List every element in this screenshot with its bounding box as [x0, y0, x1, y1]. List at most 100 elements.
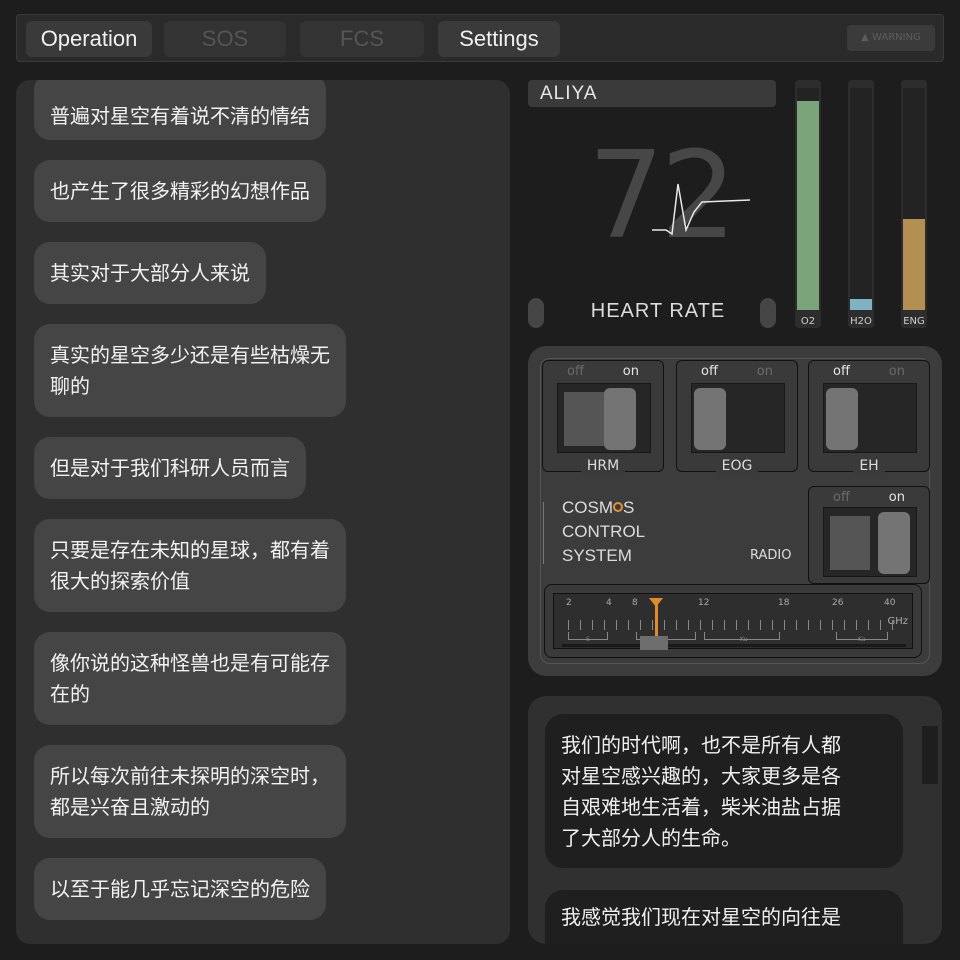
gauge-h2o: H2O	[848, 80, 874, 328]
tick-mark	[604, 620, 605, 630]
tick-mark	[664, 620, 665, 630]
tick-mark	[748, 620, 749, 630]
tick-mark	[712, 620, 713, 630]
switch-on-label: on	[888, 364, 905, 379]
warning-label: WARNING	[872, 32, 921, 43]
switch-radio[interactable]: off on	[808, 486, 930, 584]
switch-on-label: on	[888, 490, 905, 505]
frequency-tuner[interactable]: 2 4 8 12 18 26 40 GHz S X Ku Ka	[544, 584, 922, 658]
chat-message: 我们的时代啊，也不是所有人都 对星空感兴趣的，大家更多是各 自艰难地生活着，柴米…	[545, 714, 903, 868]
warning-indicator: ▲ WARNING	[847, 25, 935, 51]
tick-mark	[568, 620, 569, 630]
tick-label: 8	[632, 598, 638, 608]
tick-mark	[736, 620, 737, 630]
switch-name: EH	[853, 458, 885, 474]
tick-mark	[700, 620, 701, 630]
switch-eog[interactable]: off on EOG	[676, 360, 798, 474]
switch-hrm[interactable]: off on HRM	[542, 360, 664, 474]
switch-knob[interactable]	[694, 388, 726, 450]
brand-dot-icon	[613, 502, 623, 512]
chat-message: 真实的星空多少还是有些枯燥无 聊的	[34, 324, 346, 417]
tick-mark	[844, 620, 845, 630]
switch-eh[interactable]: off on EH	[808, 360, 930, 474]
chat-message: 所以每次前往未探明的深空时， 都是兴奋且激动的	[34, 745, 346, 838]
gauge-o2-label: O2	[800, 316, 816, 327]
switch-off-label: off	[833, 364, 850, 379]
patient-name: ALIYA	[528, 80, 776, 107]
tab-fcs[interactable]: FCS	[300, 21, 424, 57]
chat-log-panel[interactable]: 普遍对星空有着说不清的情结 也产生了很多精彩的幻想作品 其实对于大部分人来说 真…	[16, 80, 510, 944]
gauge-o2-fill	[797, 101, 819, 310]
radio-label: RADIO	[750, 548, 792, 563]
chat-message: 只要是存在未知的星球，都有着 很大的探索价值	[34, 519, 346, 612]
tick-label: 4	[606, 598, 612, 608]
chat-message: 其实对于大部分人来说	[34, 242, 266, 304]
tick-mark	[796, 620, 797, 630]
gauge-o2: O2	[795, 80, 821, 328]
tick-mark	[688, 620, 689, 630]
switch-off-label: off	[833, 490, 850, 505]
chat-message: 普遍对星空有着说不清的情结	[34, 80, 326, 140]
gauge-eng: ENG	[901, 80, 927, 328]
tick-label: 12	[698, 598, 710, 608]
unit-label: GHz	[887, 616, 908, 627]
switch-knob[interactable]	[878, 512, 910, 574]
divider	[543, 502, 544, 564]
tick-mark	[772, 620, 773, 630]
tick-mark	[652, 620, 653, 630]
tick-mark	[892, 620, 893, 630]
switch-on-label: on	[756, 364, 773, 379]
switch-off-label: off	[567, 364, 584, 379]
tab-settings[interactable]: Settings	[438, 21, 560, 57]
tick-mark	[640, 620, 641, 630]
band-label: Ka	[858, 636, 866, 643]
tab-operation[interactable]: Operation	[26, 21, 152, 57]
switch-knob[interactable]	[826, 388, 858, 450]
band-label: Ku	[740, 636, 748, 643]
switch-on-label: on	[622, 364, 639, 379]
left-knob[interactable]	[528, 298, 544, 328]
chat-message: 以至于能几乎忘记深空的危险	[34, 858, 326, 920]
chat-message: 像你说的这种怪兽也是有可能存 在的	[34, 632, 346, 725]
top-nav-bar: Operation SOS FCS Settings ▲ WARNING	[16, 14, 944, 62]
band-label: S	[586, 636, 590, 643]
tick-mark	[868, 620, 869, 630]
tick-mark	[592, 620, 593, 630]
tick-mark	[628, 620, 629, 630]
chat-message: 也产生了很多精彩的幻想作品	[34, 160, 326, 222]
tick-mark	[616, 620, 617, 630]
switch-name: EOG	[715, 458, 759, 474]
heart-rate-label: HEART RATE	[590, 300, 726, 322]
chat-message: 我感觉我们现在对星空的向往是	[545, 890, 903, 944]
tick-mark	[832, 620, 833, 630]
switch-name: HRM	[580, 458, 626, 474]
tick-label: 18	[778, 598, 790, 608]
tick-mark	[880, 620, 881, 630]
brand-text: COSM S CONTROL SYSTEM	[562, 498, 646, 565]
chat-message: 但是对于我们科研人员而言	[34, 437, 306, 499]
tuner-slider-thumb[interactable]	[640, 636, 668, 650]
tuner-rail	[562, 644, 906, 647]
gauge-eng-label: ENG	[903, 316, 925, 327]
tick-mark	[724, 620, 725, 630]
tick-mark	[580, 620, 581, 630]
dialogue-panel[interactable]: 我们的时代啊，也不是所有人都 对星空感兴趣的，大家更多是各 自艰难地生活着，柴米…	[528, 696, 942, 944]
tick-mark	[808, 620, 809, 630]
tick-mark	[676, 620, 677, 630]
scrollbar[interactable]	[922, 726, 938, 784]
tick-mark	[784, 620, 785, 630]
switch-knob[interactable]	[604, 388, 636, 450]
tab-sos[interactable]: SOS	[164, 21, 286, 57]
ecg-wave-icon	[652, 183, 751, 236]
switch-off-label: off	[701, 364, 718, 379]
gauge-h2o-label: H2O	[850, 316, 872, 327]
tick-label: 26	[832, 598, 844, 608]
tuner-needle[interactable]	[655, 600, 658, 638]
warning-icon: ▲	[861, 32, 869, 43]
tick-mark	[760, 620, 761, 630]
tick-mark	[820, 620, 821, 630]
tick-label: 40	[884, 598, 896, 608]
tick-mark	[856, 620, 857, 630]
gauge-h2o-fill	[850, 298, 872, 310]
gauge-eng-fill	[903, 218, 925, 310]
